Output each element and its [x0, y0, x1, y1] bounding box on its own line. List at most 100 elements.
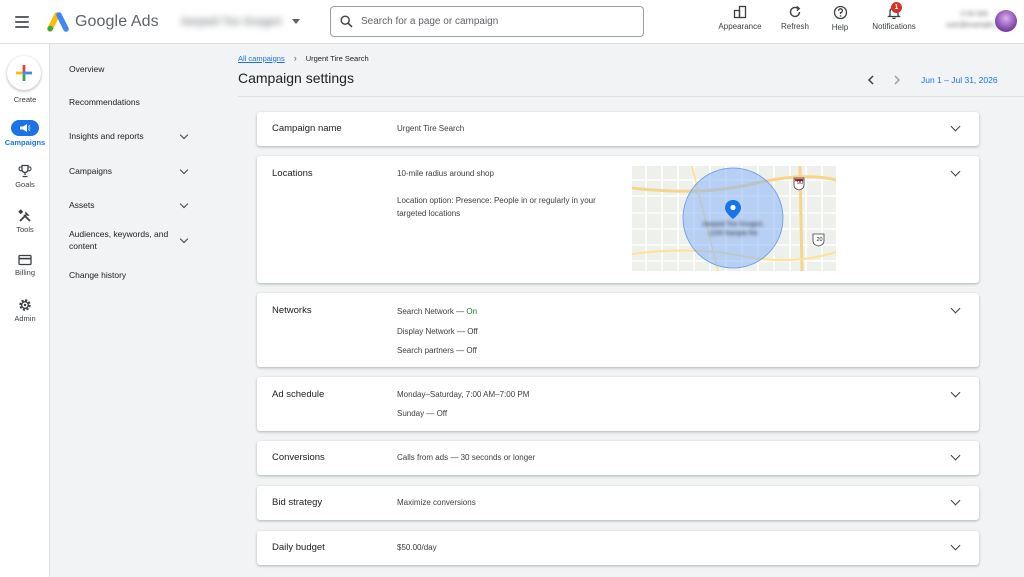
chevron-down-icon[interactable]	[950, 540, 961, 551]
avatar[interactable]	[995, 10, 1017, 32]
nav-item-recommendations[interactable]: Recommendations	[69, 96, 191, 108]
date-range-picker[interactable]: Jun 1 – Jul 31, 2026	[921, 75, 998, 85]
campaign-name-value: Urgent Tire Search	[397, 124, 465, 133]
left-rail: Create Campaigns Goals Tools Billing Adm…	[0, 44, 50, 577]
google-ads-logo[interactable]: Google Ads	[47, 11, 159, 32]
rail-item-tools[interactable]: Tools	[0, 209, 50, 234]
campaigns-label: Campaigns	[4, 138, 46, 147]
ad-schedule-card[interactable]: Ad schedule Monday–Saturday, 7:00 AM–7:0…	[257, 377, 979, 431]
location-option: Location option: Presence: People in or …	[397, 196, 596, 218]
create-button[interactable]	[7, 56, 41, 90]
goals-label: Goals	[15, 180, 35, 189]
nav-item-audiences-keywords-content[interactable]: Audiences, keywords, and content	[69, 228, 191, 252]
account-name: Aerpedi Tire Snogert	[180, 15, 282, 28]
rail-item-billing[interactable]: Billing	[0, 254, 50, 277]
page-title: Campaign settings	[238, 70, 354, 86]
campaigns-pill	[11, 120, 39, 136]
network-partners: Search partners — Off	[397, 346, 477, 355]
create-label: Create	[13, 95, 37, 104]
locations-card[interactable]: Locations 10-mile radius around shop Loc…	[257, 156, 979, 283]
main-content: All campaigns › Urgent Tire Search Campa…	[201, 44, 1024, 577]
card-title: Conversions	[272, 452, 325, 463]
previous-period-button[interactable]	[863, 72, 879, 88]
rail-item-goals[interactable]: Goals	[0, 164, 50, 189]
chevron-down-icon[interactable]	[950, 495, 961, 506]
notification-count-badge: 1	[891, 2, 902, 13]
card-title: Bid strategy	[272, 497, 323, 508]
breadcrumb: All campaigns › Urgent Tire Search	[238, 53, 369, 63]
chevron-down-icon	[179, 199, 189, 208]
daily-budget-card[interactable]: Daily budget $50.00/day	[257, 531, 979, 565]
account-switcher[interactable]: Aerpedi Tire Snogert	[181, 16, 300, 28]
nav-item-campaigns[interactable]: Campaigns	[69, 165, 191, 177]
schedule-sunday: Sunday — Off	[397, 409, 448, 418]
secondary-nav: Overview Recommendations Insights and re…	[51, 44, 201, 577]
megaphone-icon	[20, 124, 31, 132]
gear-icon	[19, 299, 31, 311]
campaign-name-card[interactable]: Campaign name Urgent Tire Search	[257, 112, 979, 146]
networks-card[interactable]: Networks Search Network — On Display Net…	[257, 293, 979, 367]
refresh-button[interactable]: Refresh	[770, 0, 820, 31]
breadcrumb-current: Urgent Tire Search	[305, 53, 369, 63]
chevron-down-icon[interactable]	[950, 121, 961, 132]
credit-card-icon	[18, 254, 32, 266]
chevron-down-icon[interactable]	[950, 166, 961, 177]
nav-item-assets[interactable]: Assets	[69, 199, 191, 211]
nav-item-label: Change history	[69, 270, 127, 280]
hamburger-menu-icon[interactable]	[15, 12, 35, 32]
notifications-label: Notifications	[872, 22, 916, 31]
admin-label: Admin	[14, 314, 36, 323]
refresh-label: Refresh	[780, 22, 809, 31]
card-title: Locations	[272, 168, 313, 179]
rail-item-campaigns[interactable]: Campaigns	[0, 120, 50, 147]
next-period-button[interactable]	[889, 72, 905, 88]
bid-strategy-value: Maximize conversions	[397, 498, 476, 507]
rail-create-label-wrap[interactable]: Create	[0, 93, 50, 104]
nav-item-change-history[interactable]: Change history	[69, 269, 191, 281]
chevron-right-icon	[894, 75, 901, 85]
card-title: Ad schedule	[272, 389, 325, 400]
billing-label: Billing	[14, 268, 35, 277]
chevron-down-icon[interactable]	[950, 303, 961, 314]
chevron-down-icon	[179, 234, 189, 243]
nav-item-label: Audiences, keywords, and content	[69, 229, 169, 251]
search-icon	[340, 15, 353, 28]
map-shop-label: Aerpedi Tire Snogert, 1200 Sample Rd	[702, 221, 764, 237]
user-info: 0 00 000 user@example.com	[946, 9, 1008, 31]
nav-item-label: Assets	[69, 200, 95, 210]
search-input[interactable]	[361, 16, 621, 27]
network-search: Search Network — On	[397, 307, 477, 316]
breadcrumb-link-all-campaigns[interactable]: All campaigns	[238, 54, 285, 63]
network-display: Display Network — Off	[397, 327, 478, 336]
conversions-card[interactable]: Conversions Calls from ads — 30 seconds …	[257, 441, 979, 475]
nav-item-insights-and-reports[interactable]: Insights and reports	[69, 130, 191, 142]
date-navigator: Jun 1 – Jul 31, 2026	[863, 72, 998, 88]
rail-item-admin[interactable]: Admin	[0, 298, 50, 323]
map-svg	[632, 166, 836, 271]
trophy-icon	[18, 164, 32, 178]
chevron-down-icon[interactable]	[950, 450, 961, 461]
top-bar: Google Ads Aerpedi Tire Snogert Appearan…	[0, 0, 1024, 44]
help-label: Help	[831, 23, 849, 32]
bid-strategy-card[interactable]: Bid strategy Maximize conversions	[257, 486, 979, 520]
help-icon	[833, 5, 847, 20]
chevron-left-icon	[867, 75, 874, 85]
route-shield-label: 90	[796, 180, 804, 186]
location-radius: 10-mile radius around shop	[397, 169, 494, 178]
tools-icon	[18, 209, 31, 222]
nav-item-label: Campaigns	[69, 166, 112, 176]
location-map[interactable]: 90 20 Aerpedi Tire Snogert, 1200 Sample …	[632, 166, 836, 271]
notifications-button[interactable]: 1 Notifications	[864, 0, 924, 31]
refresh-icon	[789, 5, 801, 18]
card-title: Daily budget	[272, 542, 325, 553]
chevron-down-icon[interactable]	[950, 387, 961, 398]
chevron-right-icon: ›	[293, 53, 297, 63]
appearance-button[interactable]: Appearance	[712, 0, 768, 31]
search-box[interactable]	[330, 6, 644, 37]
appearance-label: Appearance	[718, 22, 762, 31]
nav-item-overview[interactable]: Overview	[69, 63, 191, 75]
chevron-down-icon	[179, 165, 189, 174]
network-separator: —	[453, 307, 467, 316]
nav-item-label: Insights and reports	[69, 131, 144, 141]
help-button[interactable]: Help	[822, 0, 858, 32]
